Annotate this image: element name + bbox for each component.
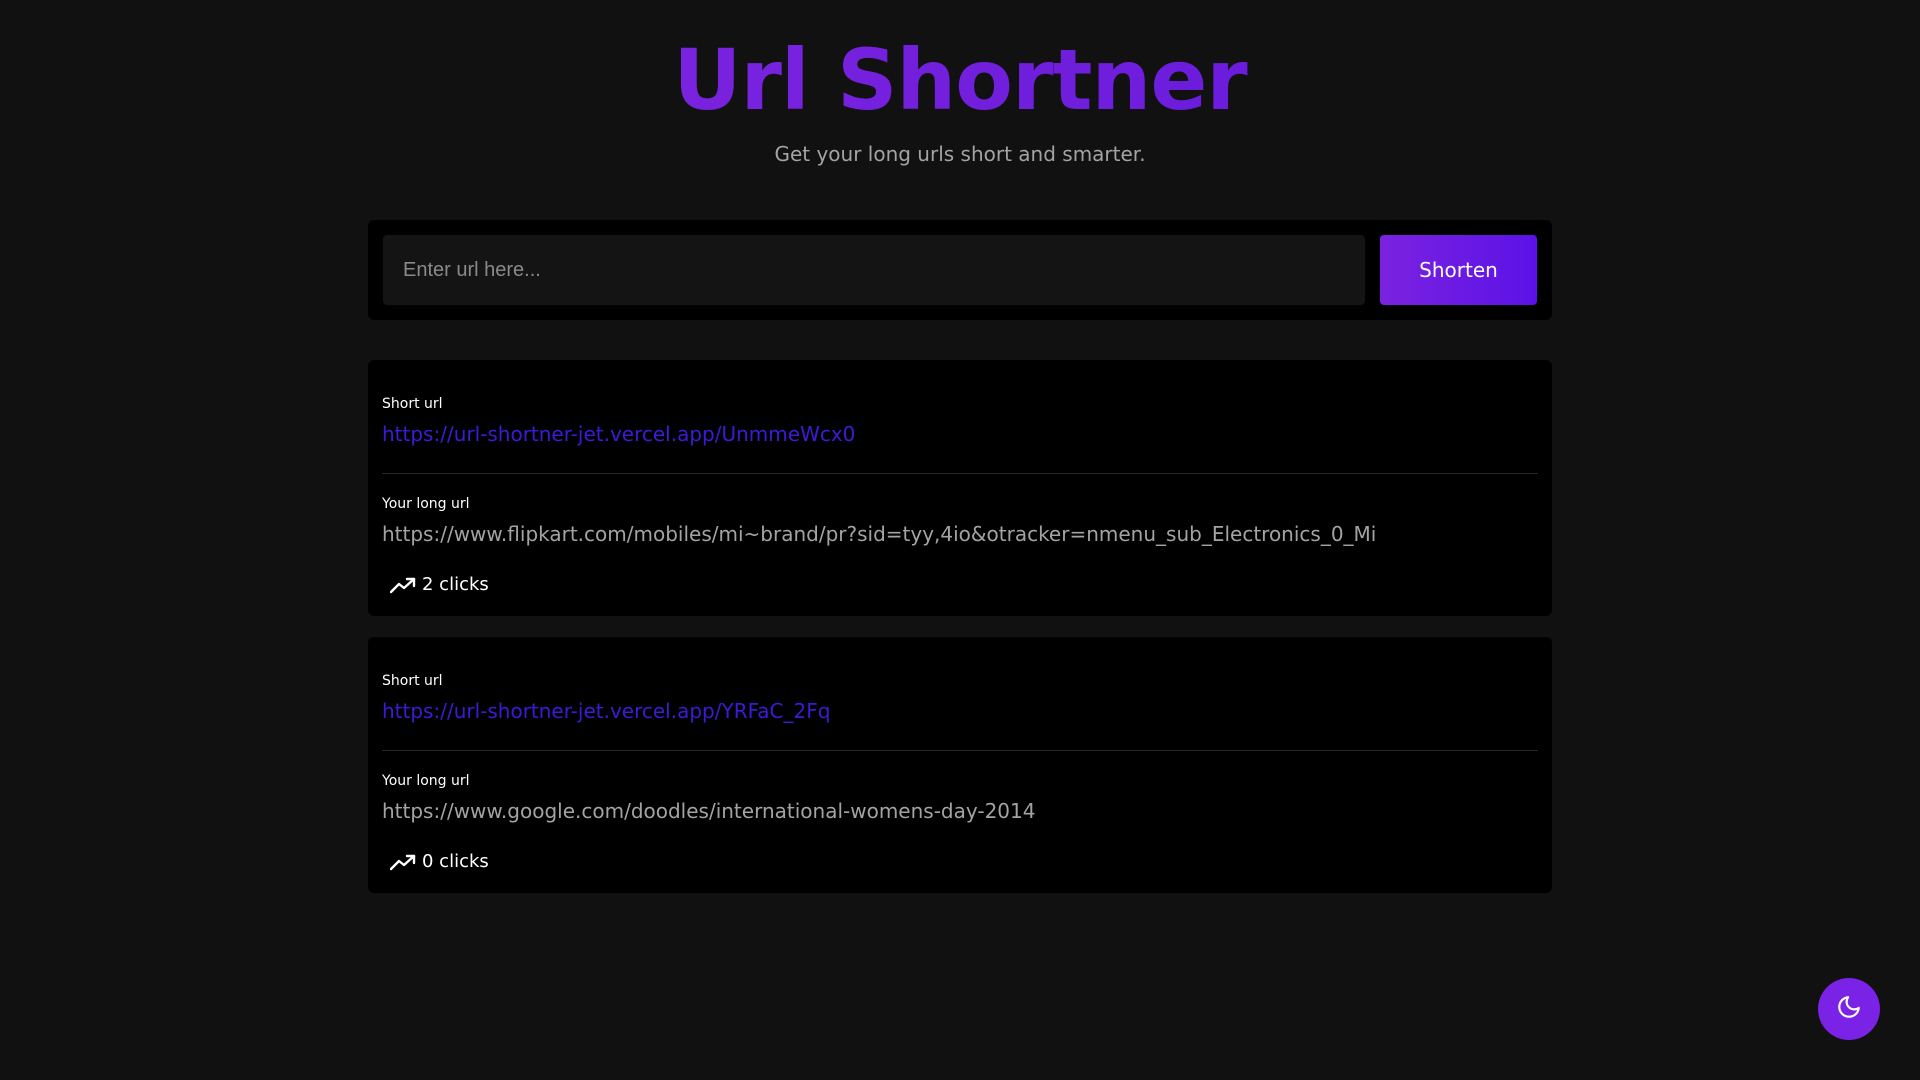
trending-up-icon <box>390 576 416 594</box>
link-card: Short url https://url-shortner-jet.verce… <box>368 360 1552 616</box>
page: Url Shortner Get your long urls short an… <box>0 0 1920 1080</box>
short-url-label: Short url <box>382 673 443 689</box>
long-url-label: Your long url <box>382 773 470 789</box>
shorten-form: Shorten <box>368 220 1552 320</box>
moon-icon <box>1836 994 1862 1024</box>
long-url-text: https://www.google.com/doodles/internati… <box>382 799 1036 823</box>
link-card: Short url https://url-shortner-jet.verce… <box>368 637 1552 893</box>
short-url-link[interactable]: https://url-shortner-jet.vercel.app/YRFa… <box>382 699 830 723</box>
card-divider <box>382 750 1538 751</box>
short-url-link[interactable]: https://url-shortner-jet.vercel.app/Unmm… <box>382 422 855 446</box>
click-count-text: 2 clicks <box>422 574 489 595</box>
shorten-button[interactable]: Shorten <box>1380 235 1537 305</box>
short-url-label: Short url <box>382 396 443 412</box>
app-subtitle: Get your long urls short and smarter. <box>774 142 1146 166</box>
app-title: Url Shortner <box>0 30 1920 130</box>
card-divider <box>382 473 1538 474</box>
url-input[interactable] <box>383 235 1365 305</box>
click-count-text: 0 clicks <box>422 851 489 872</box>
long-url-text: https://www.flipkart.com/mobiles/mi~bran… <box>382 522 1377 546</box>
theme-toggle-button[interactable] <box>1818 978 1880 1040</box>
click-count: 2 clicks <box>390 574 489 595</box>
long-url-label: Your long url <box>382 496 470 512</box>
click-count: 0 clicks <box>390 851 489 872</box>
trending-up-icon <box>390 853 416 871</box>
